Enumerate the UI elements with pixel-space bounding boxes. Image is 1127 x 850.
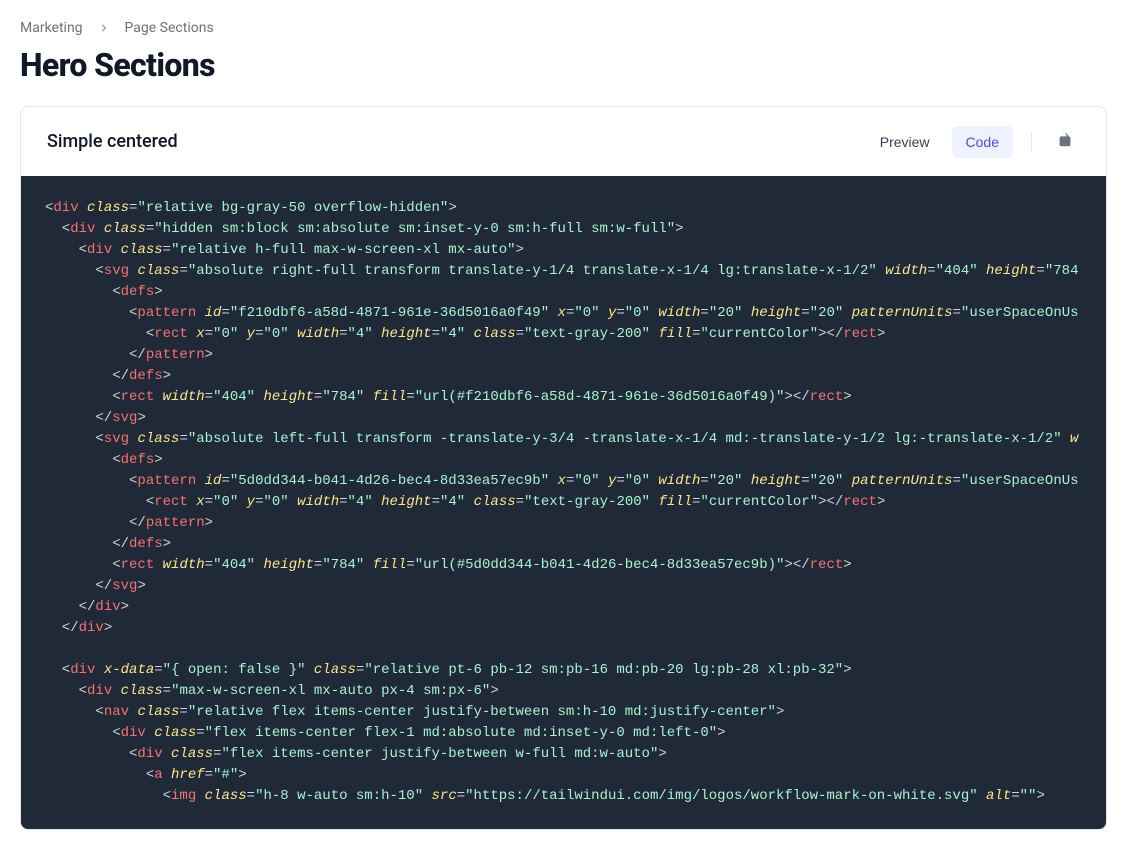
card-header: Simple centered Preview Code [21,107,1106,176]
code-block[interactable]: <div class="relative bg-gray-50 overflow… [21,176,1106,829]
breadcrumb-page-sections[interactable]: Page Sections [125,20,214,36]
divider [1031,132,1032,152]
breadcrumb-marketing[interactable]: Marketing [20,20,83,36]
breadcrumb: Marketing Page Sections [20,20,1107,36]
chevron-right-icon [97,21,111,35]
clipboard-icon [1056,131,1074,152]
header-actions: Preview Code [866,125,1080,158]
page-title: Hero Sections [20,46,1107,84]
preview-tab[interactable]: Preview [866,126,944,158]
card-title: Simple centered [47,131,178,152]
component-card: Simple centered Preview Code <div class=… [20,106,1107,830]
code-tab[interactable]: Code [952,126,1013,158]
copy-button[interactable] [1050,125,1080,158]
